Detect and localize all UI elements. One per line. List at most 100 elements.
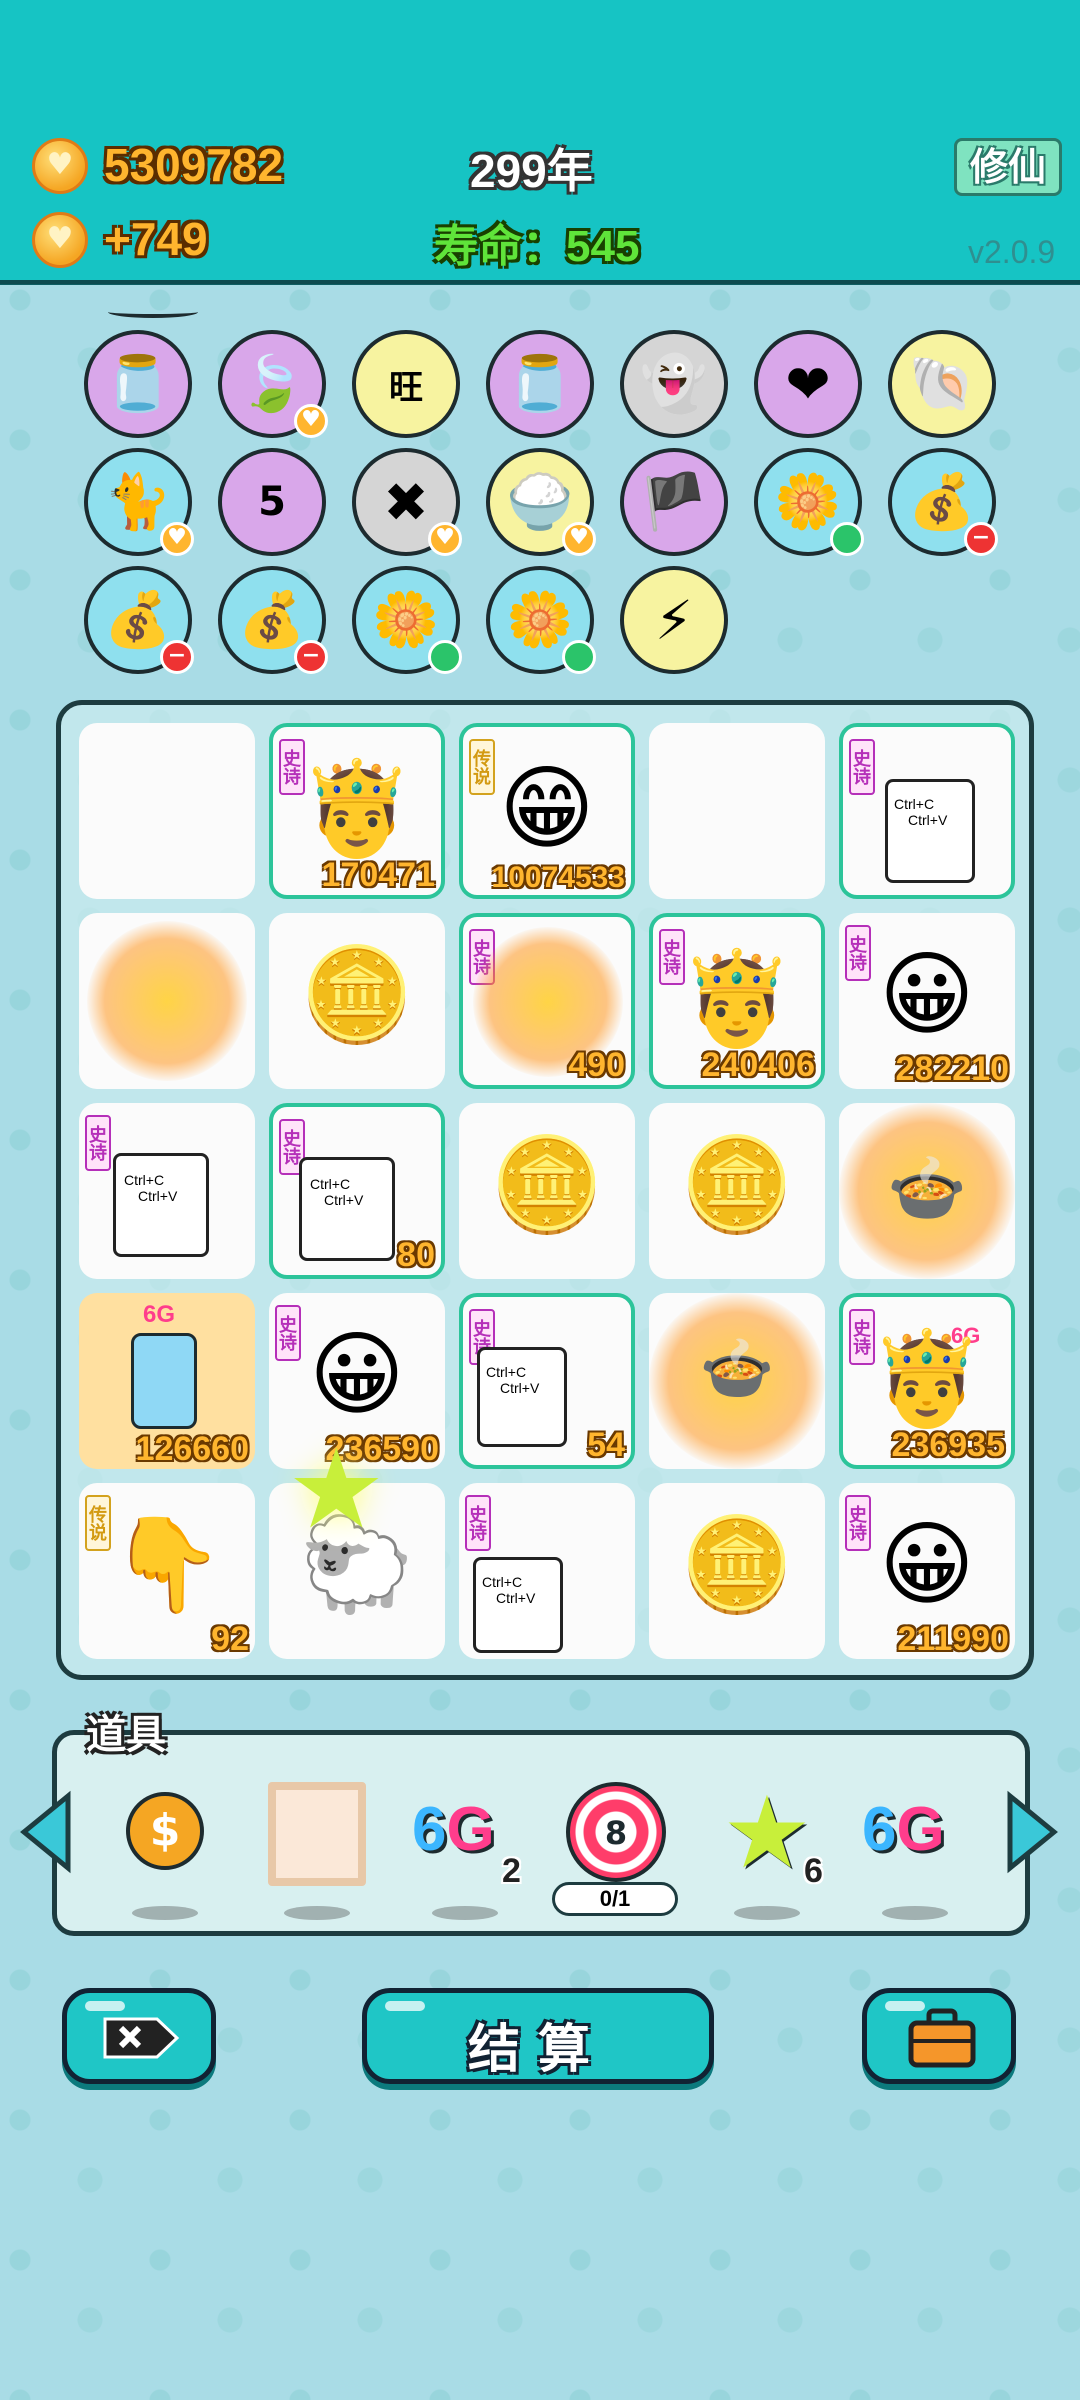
board-tile-person-crown[interactable]: 史诗 🤴 240406 [649, 913, 825, 1089]
heart-badge-icon: ♥ [160, 522, 194, 556]
briefcase-icon [908, 2008, 976, 2068]
ctrl-c-label: Ctrl+C [482, 1574, 523, 1590]
heart-bag-icon[interactable]: ❤ [754, 330, 862, 438]
board-tile-copy-paste[interactable]: 史诗 Ctrl+C Ctrl+V [79, 1103, 255, 1279]
wang-char: 旺 [389, 367, 423, 408]
cooking-pot-icon: 🍲 [887, 1152, 967, 1226]
copy-paste-icon: Ctrl+C Ctrl+V [885, 779, 975, 883]
ctrl-v-label: Ctrl+V [496, 1590, 536, 1606]
shell-icon[interactable]: 🐚 [888, 330, 996, 438]
dollar-coin-icon: $ [126, 1792, 204, 1870]
calendar-day: 5 [258, 479, 286, 525]
tile-value: 80 [397, 1236, 435, 1274]
wang-tile-icon[interactable]: 旺 [352, 330, 460, 438]
board-tile-pointing-hand[interactable]: 传说 👇 92 [79, 1483, 255, 1659]
settle-button[interactable]: 结算 [362, 1988, 714, 2084]
coin-ghost-icon: 🪙 [299, 941, 415, 1048]
fire-effect [87, 921, 247, 1081]
money-bag-icon[interactable]: 💰 − [888, 448, 998, 556]
delete-tag-icon [103, 2017, 180, 2059]
green-badge-icon [830, 522, 864, 556]
lightning-icon[interactable]: ⚡ [620, 566, 728, 674]
target-number: 8 [604, 1814, 628, 1852]
tile-value: 282210 [895, 1050, 1009, 1088]
tile-value: 126660 [135, 1430, 249, 1468]
ctrl-c-label: Ctrl+C [310, 1176, 351, 1192]
board-tile-coin-ghost[interactable]: 🪙 [269, 913, 445, 1089]
tool-6g-count: 2 [502, 1852, 521, 1890]
leaf-icon[interactable]: 🍃 ♥ [218, 330, 328, 438]
board-tile-empty[interactable] [649, 723, 825, 899]
inventory-button[interactable] [862, 1988, 1016, 2084]
slot-board: 史诗 🤴 170471 传说 😁 10074533 史诗 Ctrl+C Ctrl… [56, 700, 1034, 1680]
tool-6g[interactable]: 6G [860, 1782, 970, 1920]
board-tile-fridge[interactable]: 6G 126660 [79, 1293, 255, 1469]
jar-icon[interactable]: 🫙 [84, 330, 192, 438]
board-tile-empty[interactable] [79, 723, 255, 899]
flower-pot-icon[interactable]: 🌼 [486, 566, 596, 674]
copy-paste-icon: Ctrl+C Ctrl+V [477, 1347, 567, 1447]
epic-tag: 史诗 [849, 739, 875, 795]
xiuxian-button[interactable]: 修仙 [954, 138, 1062, 196]
board-tile-person-crown[interactable]: 史诗 6G 🤴 236935 [839, 1293, 1015, 1469]
cat-icon[interactable]: 🐈 ♥ [84, 448, 194, 556]
board-tile-copy-paste[interactable]: 史诗 Ctrl+C Ctrl+V 54 [459, 1293, 635, 1469]
lifespan-counter: 寿命：545 [434, 222, 640, 271]
fridge-icon [131, 1333, 197, 1429]
flower-pot-icon[interactable]: 🌼 [754, 448, 864, 556]
board-tile-person[interactable]: 史诗 😀 211990 [839, 1483, 1015, 1659]
tool-dollar-coin[interactable]: $ [110, 1782, 220, 1920]
board-tile-person-crown[interactable]: 史诗 🤴 170471 [269, 723, 445, 899]
scrolled-symbol-row [84, 306, 1044, 320]
board-tile-coin-ghost[interactable]: 🪙 [649, 1483, 825, 1659]
tool-frame[interactable] [262, 1782, 372, 1920]
ghost-icon[interactable]: 👻 [620, 330, 728, 438]
tool-shadow [432, 1906, 498, 1920]
board-tile-coin-ghost[interactable]: 🪙 [459, 1103, 635, 1279]
heart-badge-icon: ♥ [428, 522, 462, 556]
board-tile-pot[interactable]: 🍲 [839, 1103, 1015, 1279]
board-tile-pot[interactable]: 🍲 [649, 1293, 825, 1469]
remove-badge-icon: − [294, 640, 328, 674]
king-face-icon: 😁 [499, 755, 595, 862]
scroll-right-arrow-icon[interactable] [1004, 1790, 1060, 1874]
tile-value: 211990 [897, 1620, 1009, 1658]
remove-badge-icon: − [160, 640, 194, 674]
board-tile-copy-paste[interactable]: 史诗 Ctrl+C Ctrl+V 80 [269, 1103, 445, 1279]
ctrl-c-label: Ctrl+C [486, 1364, 527, 1380]
board-tile-copy-paste[interactable]: 史诗 Ctrl+C Ctrl+V [459, 1483, 635, 1659]
board-tile-copy-paste[interactable]: 史诗 Ctrl+C Ctrl+V [839, 723, 1015, 899]
board-tile-coin-ghost[interactable] [79, 913, 255, 1089]
star-effect-icon: ★ [287, 1425, 386, 1553]
jar-icon[interactable]: 🫙 [486, 330, 594, 438]
tool-shadow [284, 1906, 350, 1920]
crowned-face-icon: 🤴 [869, 1325, 985, 1432]
calendar-icon[interactable]: 5 [218, 448, 326, 556]
delete-button[interactable] [62, 1988, 216, 2084]
coin-ghost-icon: 🪙 [679, 1131, 795, 1238]
tool-shadow [882, 1906, 948, 1920]
eyepatch-icon[interactable]: 🏴 [620, 448, 728, 556]
epic-tag: 史诗 [465, 1495, 491, 1551]
tool-target[interactable]: 8 [560, 1782, 670, 1892]
money-bag-icon[interactable]: 💰 − [218, 566, 328, 674]
board-tile-burning[interactable]: 史诗 490 [459, 913, 635, 1089]
tile-value: 92 [211, 1620, 249, 1658]
rice-bowl-icon[interactable]: 🍚 ♥ [486, 448, 596, 556]
income-coin-icon [32, 212, 88, 268]
money-bag-icon[interactable]: 💰 − [84, 566, 194, 674]
tile-value: 170471 [321, 856, 435, 894]
g6-label: 6G [143, 1301, 176, 1328]
epic-tag: 史诗 [85, 1115, 111, 1171]
tool-shadow [734, 1906, 800, 1920]
board-tile-king[interactable]: 传说 😁 10074533 [459, 723, 635, 899]
coin-income: +749 [104, 213, 208, 265]
board-tile-person[interactable]: 史诗 😀 282210 [839, 913, 1015, 1089]
board-tile-coin-ghost[interactable]: 🪙 [649, 1103, 825, 1279]
scroll-left-arrow-icon[interactable] [18, 1790, 74, 1874]
green-badge-icon [428, 640, 462, 674]
flower-pot-icon[interactable]: 🌼 [352, 566, 462, 674]
ctrl-c-label: Ctrl+C [124, 1172, 165, 1188]
delete-tag-icon[interactable]: ✖ ♥ [352, 448, 462, 556]
ctrl-v-label: Ctrl+V [324, 1192, 364, 1208]
